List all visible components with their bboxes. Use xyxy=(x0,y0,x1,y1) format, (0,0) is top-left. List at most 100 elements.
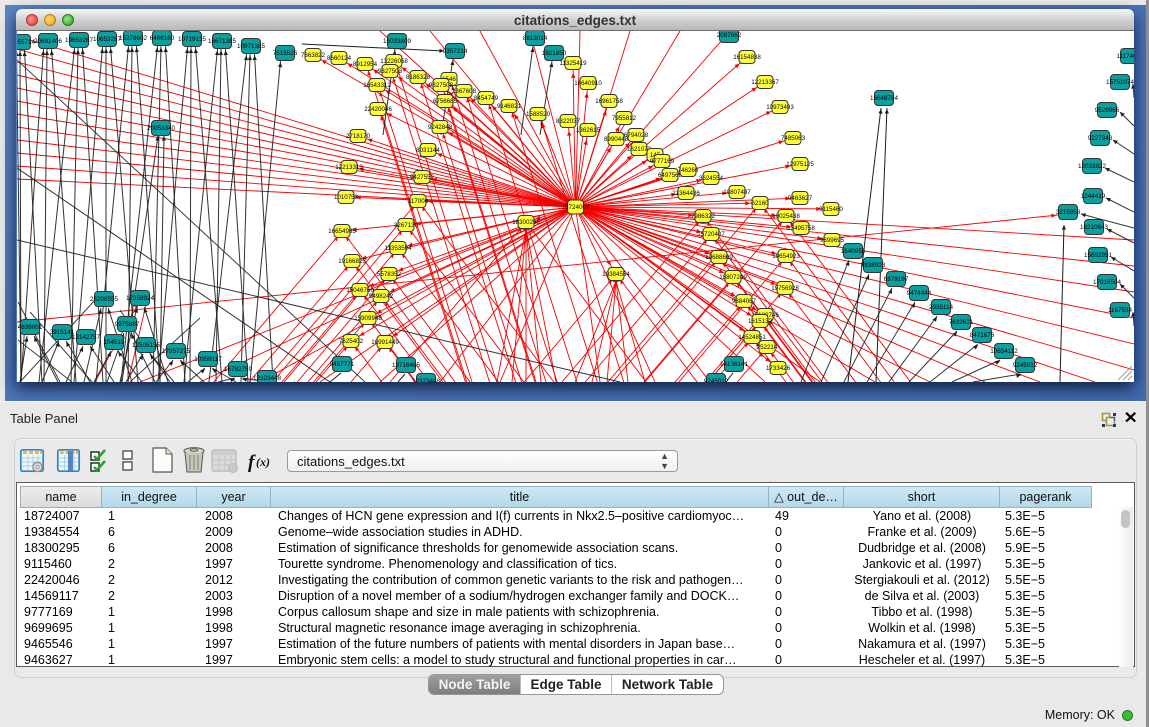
svg-text:16543312: 16543312 xyxy=(363,82,391,89)
svg-text:8031144: 8031144 xyxy=(416,147,440,154)
svg-text:19756928: 19756928 xyxy=(771,285,799,292)
svg-text:2935114: 2935114 xyxy=(929,304,954,311)
svg-text:9115460: 9115460 xyxy=(819,206,843,213)
svg-text:17359924: 17359924 xyxy=(126,295,155,302)
svg-text:9327503: 9327503 xyxy=(378,68,403,75)
svg-text:7663822: 7663822 xyxy=(301,52,326,59)
svg-text:9777169: 9777169 xyxy=(650,158,675,165)
svg-text:12323448: 12323448 xyxy=(253,375,282,382)
svg-text:8322037: 8322037 xyxy=(556,118,581,125)
svg-text:1010753: 1010753 xyxy=(334,194,359,201)
svg-text:10653287: 10653287 xyxy=(93,36,122,43)
svg-text:13716485: 13716485 xyxy=(392,362,421,369)
svg-text:12975125: 12975125 xyxy=(786,161,814,168)
svg-text:7955812: 7955812 xyxy=(612,115,637,122)
svg-text:7485063: 7485063 xyxy=(781,135,806,142)
svg-text:16782759: 16782759 xyxy=(224,366,253,373)
svg-text:252214: 252214 xyxy=(757,344,778,351)
svg-text:(x): (x) xyxy=(256,455,270,469)
svg-text:9463627: 9463627 xyxy=(788,195,813,202)
svg-text:16648784: 16648784 xyxy=(870,95,899,102)
svg-text:1362615: 1362615 xyxy=(576,127,601,134)
svg-text:3215958: 3215958 xyxy=(1056,209,1081,216)
svg-text:13495758: 13495758 xyxy=(787,225,815,232)
svg-text:8454749: 8454749 xyxy=(474,95,499,102)
svg-text:16961758: 16961758 xyxy=(595,98,623,105)
svg-text:7986322: 7986322 xyxy=(691,213,716,220)
svg-text:746266: 746266 xyxy=(678,167,699,174)
svg-text:12213367: 12213367 xyxy=(751,79,779,86)
svg-text:16154838: 16154838 xyxy=(733,54,761,61)
svg-text:12505135: 12505135 xyxy=(132,342,161,349)
svg-text:10025438: 10025438 xyxy=(772,213,800,220)
svg-text:15720407: 15720407 xyxy=(697,231,725,238)
svg-text:19166825: 19166825 xyxy=(338,258,366,265)
svg-text:8186328: 8186328 xyxy=(406,74,431,81)
svg-text:9327508: 9327508 xyxy=(429,82,454,89)
svg-text:20053340: 20053340 xyxy=(147,125,176,132)
svg-text:16654985: 16654985 xyxy=(328,228,356,235)
svg-text:12033822: 12033822 xyxy=(1078,163,1107,170)
svg-text:8912954: 8912954 xyxy=(353,61,378,68)
svg-text:2718170: 2718170 xyxy=(346,133,371,140)
svg-text:117006: 117006 xyxy=(408,198,429,205)
svg-text:16210643: 16210643 xyxy=(1080,224,1109,231)
svg-text:12323448: 12323448 xyxy=(412,378,441,382)
svg-text:9245012: 9245012 xyxy=(1013,362,1038,369)
svg-text:10807487: 10807487 xyxy=(723,189,751,196)
svg-text:9357214: 9357214 xyxy=(443,48,468,55)
svg-text:17016504: 17016504 xyxy=(1093,279,1122,286)
svg-text:18724007: 18724007 xyxy=(561,204,590,211)
svg-text:19654923: 19654923 xyxy=(772,253,800,260)
svg-text:14136141: 14136141 xyxy=(720,361,749,368)
svg-text:9457771: 9457771 xyxy=(330,361,355,368)
svg-text:13142757: 13142757 xyxy=(72,334,101,341)
svg-text:9146821: 9146821 xyxy=(497,103,522,110)
svg-text:1733426: 1733426 xyxy=(766,365,791,372)
svg-text:22420046: 22420046 xyxy=(364,106,392,113)
svg-text:16671385: 16671385 xyxy=(208,38,237,45)
svg-text:15692951: 15692951 xyxy=(1084,252,1113,259)
svg-text:11353594: 11353594 xyxy=(384,245,412,252)
svg-text:f: f xyxy=(248,452,256,473)
svg-text:2367608: 2367608 xyxy=(452,88,477,95)
svg-text:2087662: 2087662 xyxy=(717,32,742,39)
svg-text:9529966: 9529966 xyxy=(1095,107,1120,114)
svg-text:21364436: 21364436 xyxy=(672,190,700,197)
svg-text:26206555: 26206555 xyxy=(90,296,119,303)
svg-text:9884067: 9884067 xyxy=(732,298,757,305)
svg-text:62160: 62160 xyxy=(751,200,769,207)
svg-text:8660124: 8660124 xyxy=(327,55,352,62)
svg-text:14055714: 14055714 xyxy=(17,39,35,46)
svg-text:10971385: 10971385 xyxy=(237,43,266,50)
svg-text:6879197: 6879197 xyxy=(884,276,909,283)
svg-text:18300295: 18300295 xyxy=(512,219,540,226)
svg-text:8813014: 8813014 xyxy=(523,35,548,42)
svg-text:1921850: 1921850 xyxy=(542,50,567,57)
svg-text:10719135: 10719135 xyxy=(178,36,207,43)
svg-text:5578352: 5578352 xyxy=(377,271,402,278)
svg-text:20691406: 20691406 xyxy=(34,38,63,45)
svg-text:3624554: 3624554 xyxy=(699,175,724,182)
svg-text:6756685: 6756685 xyxy=(433,98,458,105)
svg-text:9427552: 9427552 xyxy=(410,174,435,181)
svg-text:18640910: 18640910 xyxy=(574,80,602,87)
svg-text:9975887: 9975887 xyxy=(115,321,140,328)
svg-text:1244419: 1244419 xyxy=(1081,193,1106,200)
svg-text:12213313: 12213313 xyxy=(335,164,363,171)
svg-text:9474444: 9474444 xyxy=(907,290,932,297)
svg-text:154519: 154519 xyxy=(103,339,125,346)
svg-text:19384554: 19384554 xyxy=(602,271,630,278)
svg-text:8938923: 8938923 xyxy=(861,262,886,269)
svg-text:7632621: 7632621 xyxy=(949,319,974,326)
svg-text:10654112: 10654112 xyxy=(990,348,1018,355)
svg-text:3267130: 3267130 xyxy=(394,222,419,229)
svg-text:7515526: 7515526 xyxy=(273,50,298,57)
svg-text:10958117: 10958117 xyxy=(194,356,222,363)
svg-text:1167534: 1167534 xyxy=(1108,307,1133,314)
svg-text:1588520: 1588520 xyxy=(526,111,551,118)
svg-text:4839001: 4839001 xyxy=(18,324,43,331)
svg-text:11174031: 11174031 xyxy=(1116,53,1134,60)
svg-text:9245012: 9245012 xyxy=(704,378,729,382)
svg-text:16033809: 16033809 xyxy=(383,38,412,45)
